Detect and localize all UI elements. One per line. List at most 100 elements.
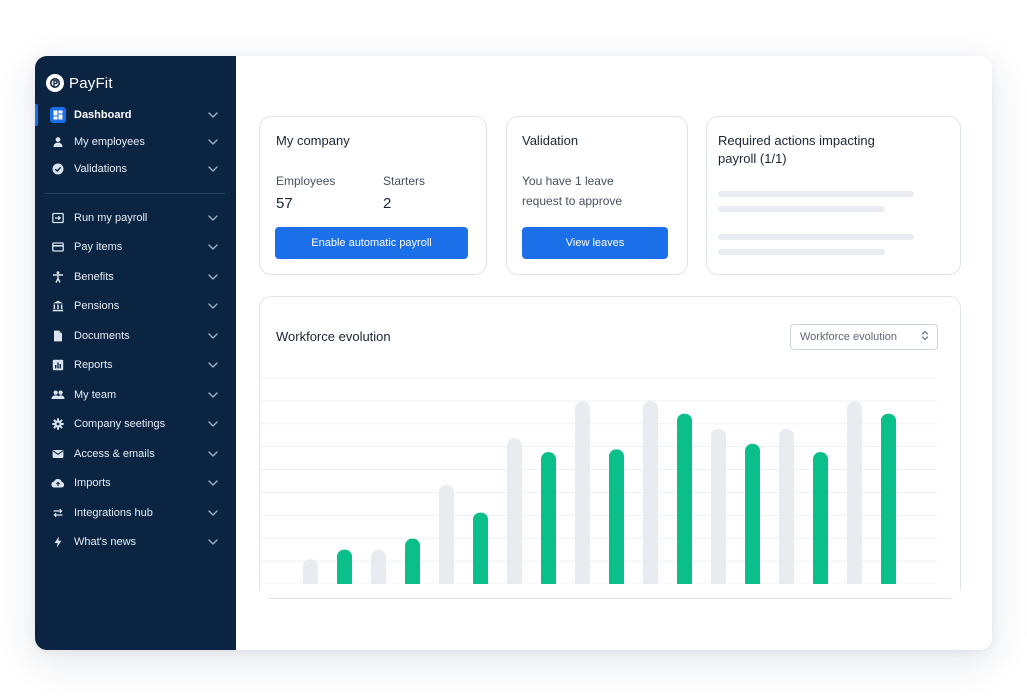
sidebar-item-integrations-hub[interactable]: Integrations hub: [35, 500, 236, 526]
view-leaves-button[interactable]: View leaves: [522, 227, 668, 259]
sidebar-item-my-employees[interactable]: My employees: [35, 129, 236, 155]
chevron-down-icon[interactable]: [208, 110, 218, 120]
card-title-line2: payroll (1/1): [718, 151, 787, 166]
sidebar-item-label: Company seetings: [74, 418, 166, 430]
chevron-down-icon[interactable]: [208, 301, 218, 311]
cloud-upload-icon: [50, 475, 66, 491]
enable-automatic-payroll-button[interactable]: Enable automatic payroll: [275, 227, 468, 259]
sidebar-item-label: Run my payroll: [74, 212, 148, 224]
chevron-down-icon[interactable]: [208, 360, 218, 370]
skeleton-line: [718, 191, 914, 197]
skeleton-line: [718, 234, 914, 240]
sidebar-item-label: Reports: [74, 359, 113, 371]
sidebar-item-run-my-payroll[interactable]: Run my payroll: [35, 205, 236, 231]
sidebar-item-label: Pay items: [74, 241, 123, 253]
card-title: My company: [276, 133, 350, 148]
my-company-card: My company Employees 57 Starters 2 Enabl…: [259, 116, 487, 275]
chevron-down-icon[interactable]: [208, 272, 218, 282]
chart-bar-green-6[interactable]: [677, 413, 692, 590]
chart-bar-green-2[interactable]: [405, 538, 420, 590]
card-title-line1: Required actions impacting: [718, 133, 875, 148]
sidebar: PayFit Dashboard My employees Validations R…: [35, 56, 236, 650]
check-circle-icon: [50, 161, 66, 177]
chart-bar-grey-7[interactable]: [711, 428, 726, 590]
chevron-down-icon[interactable]: [208, 242, 218, 252]
chart-bar-green-3[interactable]: [473, 512, 488, 590]
sidebar-item-dashboard[interactable]: Dashboard: [35, 102, 236, 128]
chevron-down-icon[interactable]: [208, 419, 218, 429]
chevron-down-icon[interactable]: [208, 537, 218, 547]
sidebar-item-pay-items[interactable]: Pay items: [35, 234, 236, 260]
chart-bar-green-1[interactable]: [337, 549, 352, 590]
sidebar-item-validations[interactable]: Validations: [35, 156, 236, 182]
run-payroll-icon: [50, 210, 66, 226]
sidebar-item-documents[interactable]: Documents: [35, 323, 236, 349]
chart-bar-green-8[interactable]: [813, 452, 828, 590]
sidebar-item-label: Access & emails: [74, 448, 155, 460]
sidebar-item-reports[interactable]: Reports: [35, 352, 236, 378]
sidebar-item-label: Dashboard: [74, 109, 132, 121]
sidebar-item-access-emails[interactable]: Access & emails: [35, 441, 236, 467]
chart-bar-grey-4[interactable]: [507, 438, 522, 590]
card-icon: [50, 239, 66, 255]
sidebar-item-label: Benefits: [74, 271, 114, 283]
starters-label: Starters: [383, 174, 426, 188]
bank-icon: [50, 298, 66, 314]
team-icon: [50, 387, 66, 403]
sidebar-item-label: Validations: [74, 163, 127, 175]
chart-bar-green-9[interactable]: [881, 413, 896, 590]
chart-bar-grey-9[interactable]: [847, 401, 862, 590]
required-actions-card: Required actions impacting payroll (1/1): [706, 116, 961, 275]
app-window: PayFit Dashboard My employees Validations R…: [35, 56, 992, 650]
person-icon: [50, 134, 66, 150]
employees-label: Employees: [276, 174, 336, 188]
skeleton-line: [718, 206, 885, 212]
sidebar-item-benefits[interactable]: Benefits: [35, 264, 236, 290]
chart-bar-green-5[interactable]: [609, 449, 624, 590]
sidebar-item-label: Documents: [74, 330, 130, 342]
validation-text-line1: You have 1 leave: [522, 174, 614, 188]
chevron-down-icon[interactable]: [208, 213, 218, 223]
validation-text-line2: request to approve: [522, 194, 623, 208]
sidebar-divider: [45, 193, 225, 194]
sidebar-item-my-team[interactable]: My team: [35, 382, 236, 408]
chevron-down-icon[interactable]: [208, 390, 218, 400]
sidebar-item-what-s-news[interactable]: What's news: [35, 529, 236, 555]
sidebar-item-label: What's news: [74, 536, 137, 548]
chart-bar-grey-2[interactable]: [371, 549, 386, 590]
app-name: PayFit: [69, 74, 113, 92]
sidebar-item-label: My team: [74, 389, 117, 401]
chevron-down-icon[interactable]: [208, 478, 218, 488]
payfit-logo-icon: [46, 74, 64, 92]
swap-icon: [50, 505, 66, 521]
chevron-down-icon[interactable]: [208, 164, 218, 174]
gear-icon: [50, 416, 66, 432]
chart-baseline-mask: [260, 584, 960, 598]
dashboard-icon: [50, 107, 66, 123]
card-title: Validation: [522, 133, 579, 148]
chart-bar-grey-6[interactable]: [643, 401, 658, 590]
chevron-down-icon[interactable]: [208, 449, 218, 459]
accessibility-icon: [50, 269, 66, 285]
starters-value: 2: [383, 195, 392, 212]
logo[interactable]: PayFit: [46, 74, 113, 92]
chart-bar-grey-3[interactable]: [439, 485, 454, 590]
sidebar-item-pensions[interactable]: Pensions: [35, 293, 236, 319]
chevron-down-icon[interactable]: [208, 137, 218, 147]
chart-bar-green-4[interactable]: [541, 452, 556, 590]
sidebar-item-company-seetings[interactable]: Company seetings: [35, 411, 236, 437]
mail-icon: [50, 446, 66, 462]
sidebar-item-label: Imports: [74, 477, 111, 489]
chevron-down-icon[interactable]: [208, 331, 218, 341]
lightning-icon: [50, 534, 66, 550]
sidebar-item-label: Pensions: [74, 300, 120, 312]
chart-bar-grey-8[interactable]: [779, 428, 794, 590]
chart-bar-grey-5[interactable]: [575, 401, 590, 590]
chart-bar-green-7[interactable]: [745, 443, 760, 590]
chevron-down-icon[interactable]: [208, 508, 218, 518]
sidebar-item-imports[interactable]: Imports: [35, 470, 236, 496]
report-icon: [50, 357, 66, 373]
employees-value: 57: [276, 195, 293, 212]
sidebar-item-label: My employees: [74, 136, 145, 148]
workforce-evolution-card: Workforce evolution Workforce evolution: [259, 296, 961, 599]
